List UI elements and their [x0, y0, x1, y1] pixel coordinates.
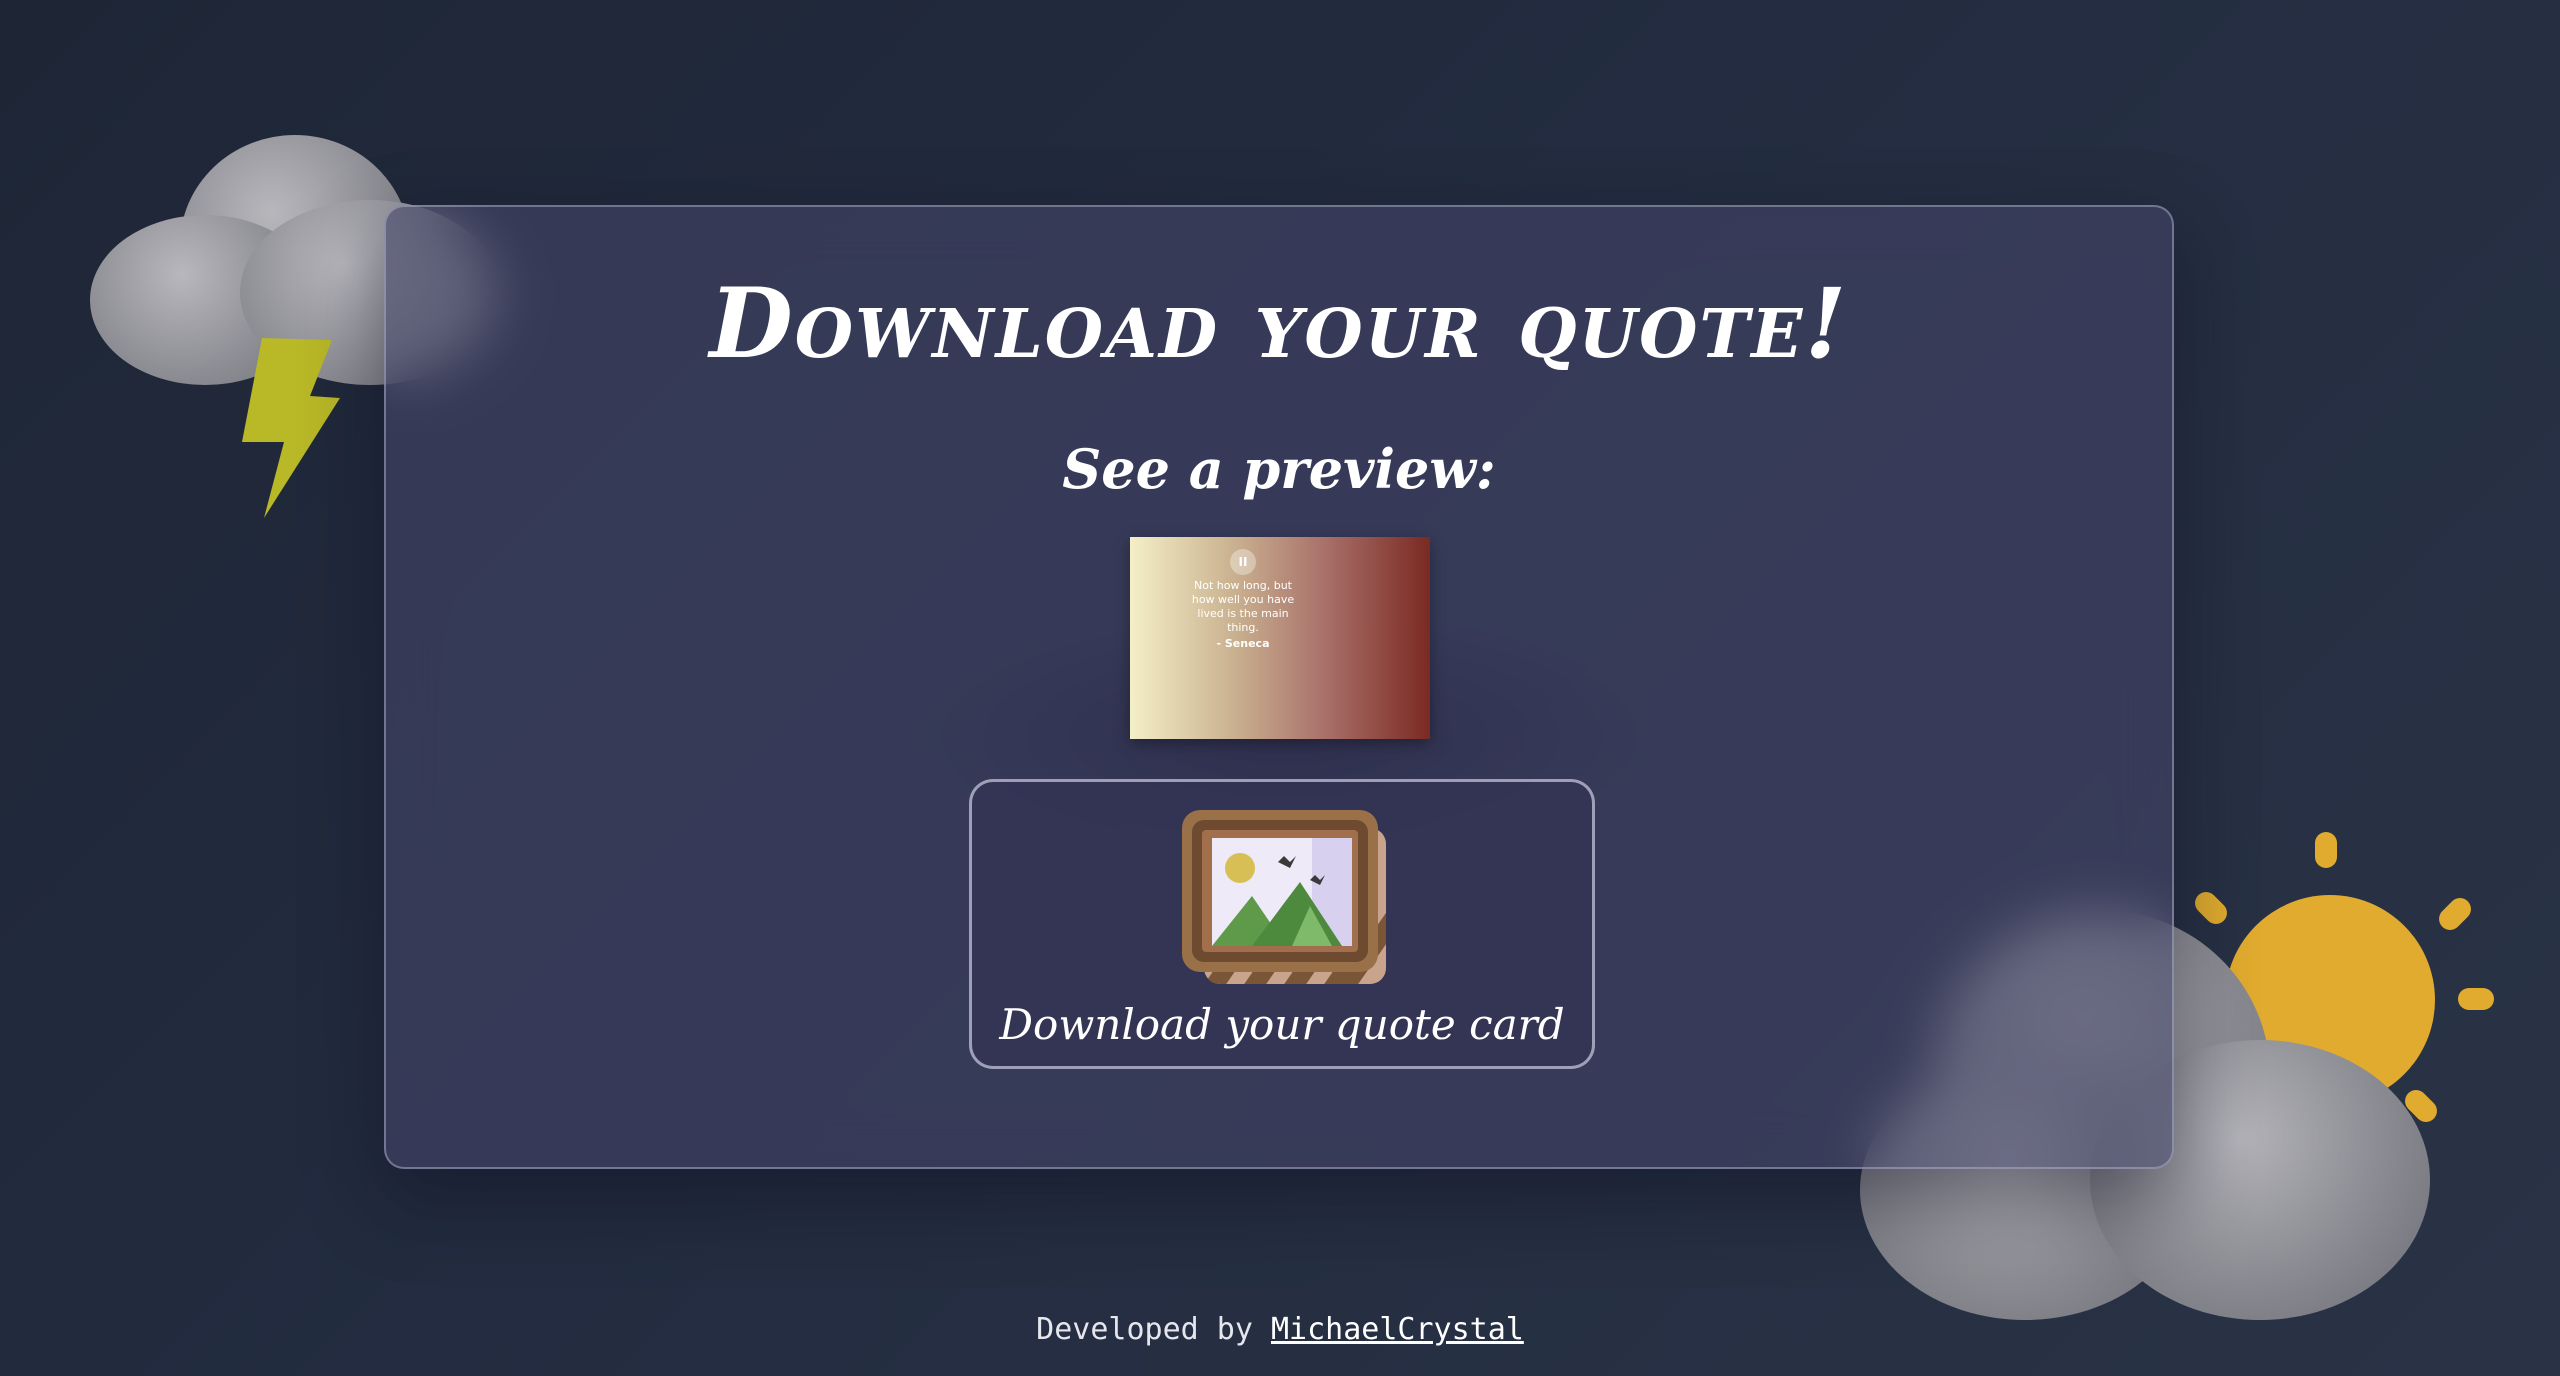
- preview-quote-author: - Seneca: [1216, 637, 1270, 650]
- download-panel: Download your quote! See a preview: II N…: [384, 205, 2174, 1169]
- preview-heading: See a preview:: [1062, 437, 1496, 501]
- footer-prefix: Developed by: [1036, 1312, 1253, 1347]
- footer: Developed by MichaelCrystal: [0, 1312, 2560, 1347]
- pause-icon[interactable]: II: [1230, 549, 1256, 575]
- quote-card-preview: II Not how long, but how well you have l…: [1130, 537, 1430, 739]
- download-quote-card-button[interactable]: Download your quote card: [969, 779, 1595, 1069]
- download-button-label: Download your quote card: [999, 1000, 1565, 1049]
- author-link[interactable]: MichaelCrystal: [1271, 1312, 1524, 1347]
- lightning-bolt-icon: [242, 338, 340, 518]
- page-title: Download your quote!: [709, 267, 1849, 380]
- preview-quote-text: Not how long, but how well you have live…: [1191, 579, 1295, 634]
- picture-frame-icon: [1182, 810, 1386, 984]
